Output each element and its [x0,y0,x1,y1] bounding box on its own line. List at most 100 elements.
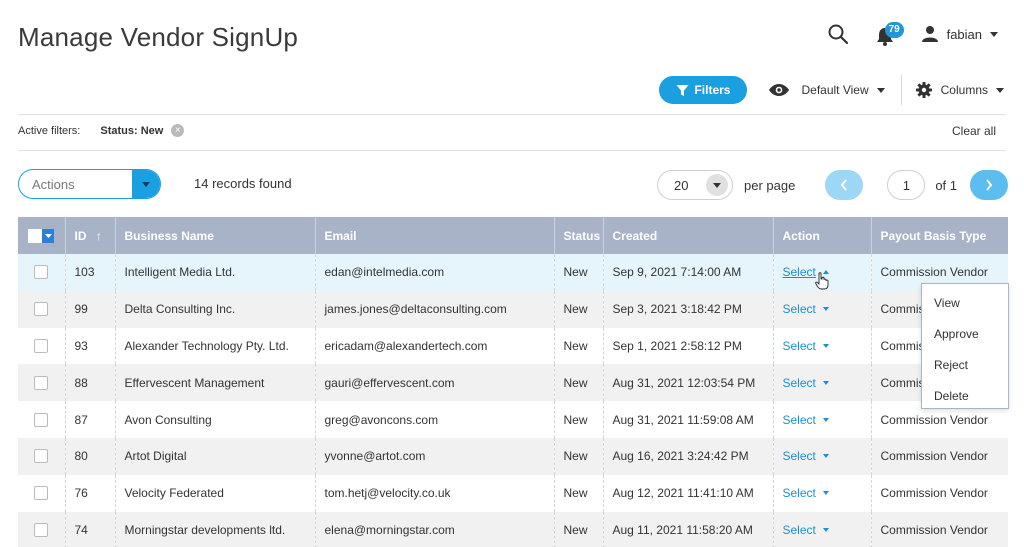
chevron-down-icon [822,454,829,459]
action-dropdown-menu: View Approve Reject Delete [921,283,1009,409]
cell-id: 103 [64,254,115,291]
user-icon [921,26,938,42]
chevron-right-icon [986,179,993,191]
column-header-status[interactable]: Status [553,217,603,254]
page-input[interactable]: 1 [887,170,926,200]
records-count: 14 records found [194,176,292,191]
top-icons: 79 fabian [827,22,998,46]
row-checkbox[interactable] [34,338,49,353]
column-header-id[interactable]: ID ↑ [64,217,115,254]
cell-created: Aug 11, 2021 11:58:20 AM [602,511,773,547]
row-checkbox[interactable] [34,265,49,280]
menu-item-reject[interactable]: Reject [922,350,1008,381]
table-row: 99 Delta Consulting Inc. james.jones@del… [18,290,1008,328]
actions-dropdown[interactable]: Actions [18,169,161,199]
columns-selector[interactable]: Columns [915,82,1004,98]
sort-asc-icon: ↑ [95,228,102,243]
active-filters-label: Active filters: [18,124,81,137]
table-row: 93 Alexander Technology Pty. Ltd. ericad… [18,327,1008,365]
column-header-business-name[interactable]: Business Name [114,217,315,254]
menu-item-delete[interactable]: Delete [922,381,1008,412]
pagination: 20 per page 1 of 1 [656,170,1008,200]
cell-status: New [553,364,603,402]
table-row: 74 Morningstar developments ltd. elena@m… [18,511,1008,547]
chevron-down-icon [822,307,829,312]
row-checkbox[interactable] [34,522,49,537]
chevron-down-icon [822,380,829,385]
cell-business-name: Velocity Federated [114,474,315,512]
cell-email: greg@avoncons.com [314,401,554,438]
cell-created: Sep 3, 2021 3:18:42 PM [602,290,773,328]
user-name: fabian [946,26,982,42]
table-row: 87 Avon Consulting greg@avoncons.com New… [18,401,1008,438]
row-action-select[interactable]: Select [783,413,829,427]
chevron-down-icon [705,174,728,196]
view-selector[interactable]: Default View [769,83,885,97]
columns-label: Columns [940,83,988,97]
filters-label: Filters [694,83,731,97]
chevron-down-icon [822,491,829,496]
menu-item-view[interactable]: View [922,288,1008,319]
next-page-button[interactable] [970,170,1008,200]
cell-payout: Commission Vendor [870,511,1008,547]
cell-status: New [553,437,603,475]
chevron-down-icon [822,417,829,422]
clear-all-button[interactable]: Clear all [952,124,996,138]
remove-filter-icon[interactable]: × [171,124,185,137]
user-menu[interactable]: fabian [921,25,998,43]
chevron-down-icon [132,170,160,198]
column-header-payout-basis-type[interactable]: Payout Basis Type [870,217,1008,254]
cell-id: 88 [64,364,115,402]
row-checkbox[interactable] [34,412,49,427]
view-label: Default View [801,83,869,97]
cell-created: Aug 31, 2021 11:59:08 AM [602,401,773,438]
cell-created: Aug 31, 2021 12:03:54 PM [602,364,773,402]
row-action-select[interactable]: Select [783,486,829,500]
row-action-select[interactable]: Select [783,376,829,390]
select-all-checkbox[interactable] [18,217,65,254]
table-row: 80 Artot Digital yvonne@artot.com New Au… [18,437,1008,475]
cell-status: New [553,474,603,512]
row-checkbox[interactable] [34,375,49,390]
cell-business-name: Artot Digital [114,437,315,475]
row-action-select[interactable]: Select [783,339,829,353]
cell-email: edan@intelmedia.com [314,254,554,291]
cell-email: tom.hetj@velocity.co.uk [314,474,554,512]
table-row: 76 Velocity Federated tom.hetj@velocity.… [18,474,1008,512]
page-total: of 1 [935,177,957,193]
page-title: Manage Vendor SignUp [18,22,299,52]
chevron-left-icon [841,179,848,191]
notifications-button[interactable]: 79 [875,22,904,46]
cell-business-name: Avon Consulting [114,401,315,438]
cell-status: New [553,511,603,547]
cell-status: New [553,401,603,438]
toolbar-divider [900,75,902,105]
cell-id: 74 [64,511,115,547]
row-checkbox[interactable] [34,449,49,464]
cell-id: 99 [64,290,115,328]
filter-tag-status: Status: New [100,124,164,137]
row-action-select[interactable]: Select [783,523,829,537]
row-checkbox[interactable] [34,486,49,501]
cell-payout: Commission Vendor [870,437,1008,475]
chevron-down-icon [996,87,1004,93]
per-page-select[interactable]: 20 [656,170,733,200]
divider [18,114,1006,115]
column-header-email[interactable]: Email [314,217,554,254]
prev-page-button[interactable] [825,170,864,200]
cell-payout: Commission Vendor [870,474,1008,512]
row-action-select[interactable]: Select [783,449,829,463]
row-checkbox[interactable] [34,302,49,317]
cell-business-name: Alexander Technology Pty. Ltd. [114,327,315,365]
gear-icon [915,82,932,98]
row-action-select[interactable]: Select [783,302,829,316]
cell-email: gauri@effervescent.com [314,364,554,402]
menu-item-approve[interactable]: Approve [922,319,1008,350]
column-header-created[interactable]: Created [602,217,773,254]
filters-button[interactable]: Filters [659,76,748,104]
vendor-table: ID ↑ Business Name Email Status Created … [18,217,1008,547]
cell-status: New [553,254,603,291]
search-icon[interactable] [827,23,849,45]
table-header-row: ID ↑ Business Name Email Status Created … [18,217,1008,254]
cell-email: james.jones@deltaconsulting.com [314,290,554,328]
